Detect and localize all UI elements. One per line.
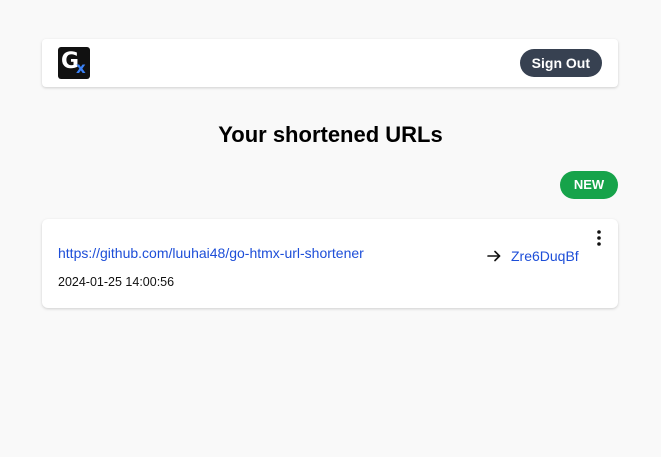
logo-accent: x: [76, 59, 86, 77]
top-navbar: G x Sign Out: [42, 39, 618, 87]
short-url-link[interactable]: Zre6DuqBf: [511, 248, 579, 265]
url-card: https://github.com/luuhai48/go-htmx-url-…: [42, 219, 618, 308]
arrow-right-icon: [486, 248, 502, 264]
more-vertical-icon: [597, 230, 601, 246]
original-url-link[interactable]: https://github.com/luuhai48/go-htmx-url-…: [58, 245, 364, 262]
app-logo[interactable]: G x: [58, 47, 90, 79]
new-url-button[interactable]: NEW: [560, 171, 618, 199]
page-title: Your shortened URLs: [218, 122, 443, 147]
more-options-button[interactable]: [590, 229, 608, 247]
created-timestamp: 2024-01-25 14:00:56: [58, 275, 175, 289]
sign-out-button[interactable]: Sign Out: [519, 49, 602, 77]
